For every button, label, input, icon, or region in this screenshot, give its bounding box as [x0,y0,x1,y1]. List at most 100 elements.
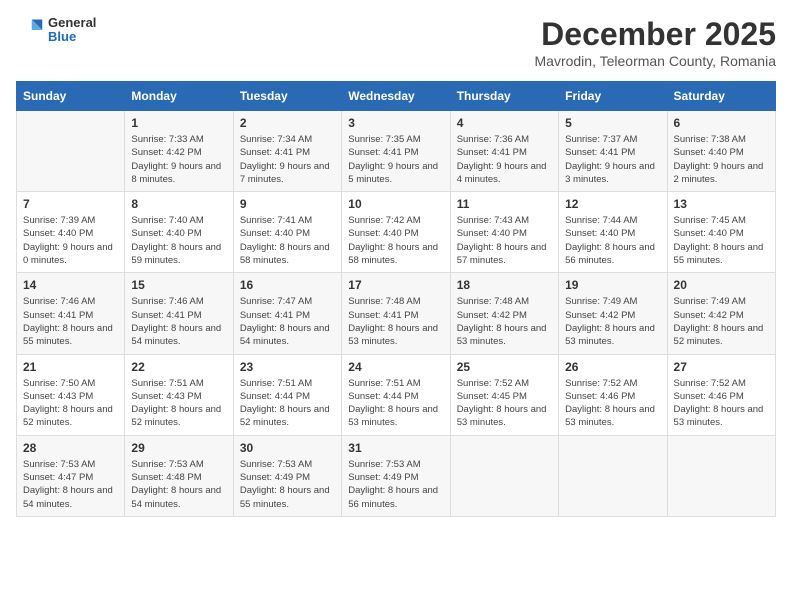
day-number: 20 [674,278,769,292]
day-number: 11 [457,197,552,211]
day-cell: 19 Sunrise: 7:49 AMSunset: 4:42 PMDayligh… [559,273,667,354]
month-title: December 2025 [535,16,777,53]
day-info: Sunrise: 7:39 AMSunset: 4:40 PMDaylight:… [23,214,118,267]
day-info: Sunrise: 7:51 AMSunset: 4:44 PMDaylight:… [348,377,443,430]
header-wednesday: Wednesday [342,82,450,111]
day-number: 6 [674,116,769,130]
day-cell: 9Sunrise: 7:41 AMSunset: 4:40 PMDaylight… [233,192,341,273]
day-cell: 5Sunrise: 7:37 AMSunset: 4:41 PMDaylight… [559,111,667,192]
day-number: 8 [131,197,226,211]
day-number: 13 [674,197,769,211]
day-cell: 10Sunrise: 7:42 AMSunset: 4:40 PMDayligh… [342,192,450,273]
day-number: 4 [457,116,552,130]
logo-text: General Blue [48,16,96,45]
day-number: 14 [23,278,118,292]
day-number: 23 [240,360,335,374]
day-info: Sunrise: 7:52 AMSunset: 4:45 PMDaylight:… [457,377,552,430]
header-thursday: Thursday [450,82,558,111]
title-section: December 2025 Mavrodin, Teleorman County… [535,16,777,69]
day-number: 1 [131,116,226,130]
header-saturday: Saturday [667,82,775,111]
day-number: 17 [348,278,443,292]
day-cell [667,435,775,516]
day-cell: 3 Sunrise: 7:35 AMSunset: 4:41 PMDaylight… [342,111,450,192]
day-info: Sunrise: 7:51 AMSunset: 4:43 PMDaylight:… [131,377,226,430]
day-number: 31 [348,441,443,455]
day-info: Sunrise: 7:44 AMSunset: 4:40 PMDaylight:… [565,214,660,267]
day-cell: 25 Sunrise: 7:52 AMSunset: 4:45 PMDayligh… [450,354,558,435]
header-tuesday: Tuesday [233,82,341,111]
day-info: Sunrise: 7:52 AMSunset: 4:46 PMDaylight:… [674,377,769,430]
day-number: 15 [131,278,226,292]
day-info: Sunrise: 7:46 AMSunset: 4:41 PMDaylight:… [131,295,226,348]
day-number: 25 [457,360,552,374]
day-info: Sunrise: 7:47 AMSunset: 4:41 PMDaylight:… [240,295,335,348]
day-cell: 4 Sunrise: 7:36 AMSunset: 4:41 PMDaylight… [450,111,558,192]
day-number: 19 [565,278,660,292]
day-number: 30 [240,441,335,455]
week-row-2: 7 Sunrise: 7:39 AMSunset: 4:40 PMDaylight… [17,192,776,273]
day-info: Sunrise: 7:48 AMSunset: 4:41 PMDaylight:… [348,295,443,348]
day-info: Sunrise: 7:53 AMSunset: 4:49 PMDaylight:… [240,458,335,511]
day-cell: 15 Sunrise: 7:46 AMSunset: 4:41 PMDayligh… [125,273,233,354]
logo-icon [16,16,44,44]
day-number: 28 [23,441,118,455]
day-cell: 14 Sunrise: 7:46 AMSunset: 4:41 PMDayligh… [17,273,125,354]
day-cell: 8 Sunrise: 7:40 AMSunset: 4:40 PMDaylight… [125,192,233,273]
day-info: Sunrise: 7:51 AMSunset: 4:44 PMDaylight:… [240,377,335,430]
logo-general: General [48,16,96,30]
day-cell: 11 Sunrise: 7:43 AMSunset: 4:40 PMDayligh… [450,192,558,273]
day-info: Sunrise: 7:49 AMSunset: 4:42 PMDaylight:… [674,295,769,348]
header: General Blue December 2025 Mavrodin, Tel… [16,16,776,69]
day-cell: 2Sunrise: 7:34 AMSunset: 4:41 PMDaylight… [233,111,341,192]
day-number: 26 [565,360,660,374]
week-row-3: 14 Sunrise: 7:46 AMSunset: 4:41 PMDayligh… [17,273,776,354]
day-info: Sunrise: 7:35 AMSunset: 4:41 PMDaylight:… [348,133,443,186]
day-number: 3 [348,116,443,130]
day-cell [17,111,125,192]
day-number: 5 [565,116,660,130]
day-cell: 29 Sunrise: 7:53 AMSunset: 4:48 PMDayligh… [125,435,233,516]
day-info: Sunrise: 7:53 AMSunset: 4:47 PMDaylight:… [23,458,118,511]
day-number: 24 [348,360,443,374]
day-number: 27 [674,360,769,374]
day-cell: 26 Sunrise: 7:52 AMSunset: 4:46 PMDayligh… [559,354,667,435]
day-info: Sunrise: 7:48 AMSunset: 4:42 PMDaylight:… [457,295,552,348]
day-info: Sunrise: 7:36 AMSunset: 4:41 PMDaylight:… [457,133,552,186]
day-number: 12 [565,197,660,211]
header-sunday: Sunday [17,82,125,111]
day-cell: 30 Sunrise: 7:53 AMSunset: 4:49 PMDayligh… [233,435,341,516]
day-number: 21 [23,360,118,374]
day-number: 7 [23,197,118,211]
day-info: Sunrise: 7:40 AMSunset: 4:40 PMDaylight:… [131,214,226,267]
day-number: 2 [240,116,335,130]
header-monday: Monday [125,82,233,111]
day-cell: 7 Sunrise: 7:39 AMSunset: 4:40 PMDaylight… [17,192,125,273]
calendar-header-row: SundayMondayTuesdayWednesdayThursdayFrid… [17,82,776,111]
day-info: Sunrise: 7:53 AMSunset: 4:49 PMDaylight:… [348,458,443,511]
day-number: 18 [457,278,552,292]
day-info: Sunrise: 7:50 AMSunset: 4:43 PMDaylight:… [23,377,118,430]
day-cell: 27 Sunrise: 7:52 AMSunset: 4:46 PMDayligh… [667,354,775,435]
day-cell: 1Sunrise: 7:33 AMSunset: 4:42 PMDaylight… [125,111,233,192]
header-friday: Friday [559,82,667,111]
day-number: 22 [131,360,226,374]
day-cell: 6Sunrise: 7:38 AMSunset: 4:40 PMDaylight… [667,111,775,192]
week-row-1: 1Sunrise: 7:33 AMSunset: 4:42 PMDaylight… [17,111,776,192]
day-info: Sunrise: 7:46 AMSunset: 4:41 PMDaylight:… [23,295,118,348]
day-info: Sunrise: 7:52 AMSunset: 4:46 PMDaylight:… [565,377,660,430]
day-cell: 17 Sunrise: 7:48 AMSunset: 4:41 PMDayligh… [342,273,450,354]
week-row-5: 28 Sunrise: 7:53 AMSunset: 4:47 PMDayligh… [17,435,776,516]
logo-blue: Blue [48,30,96,44]
day-info: Sunrise: 7:43 AMSunset: 4:40 PMDaylight:… [457,214,552,267]
location-subtitle: Mavrodin, Teleorman County, Romania [535,53,777,69]
day-info: Sunrise: 7:53 AMSunset: 4:48 PMDaylight:… [131,458,226,511]
logo: General Blue [16,16,96,45]
day-cell: 22 Sunrise: 7:51 AMSunset: 4:43 PMDayligh… [125,354,233,435]
day-cell [559,435,667,516]
day-info: Sunrise: 7:49 AMSunset: 4:42 PMDaylight:… [565,295,660,348]
day-cell: 24 Sunrise: 7:51 AMSunset: 4:44 PMDayligh… [342,354,450,435]
day-number: 29 [131,441,226,455]
day-cell: 23 Sunrise: 7:51 AMSunset: 4:44 PMDayligh… [233,354,341,435]
day-cell: 18 Sunrise: 7:48 AMSunset: 4:42 PMDayligh… [450,273,558,354]
